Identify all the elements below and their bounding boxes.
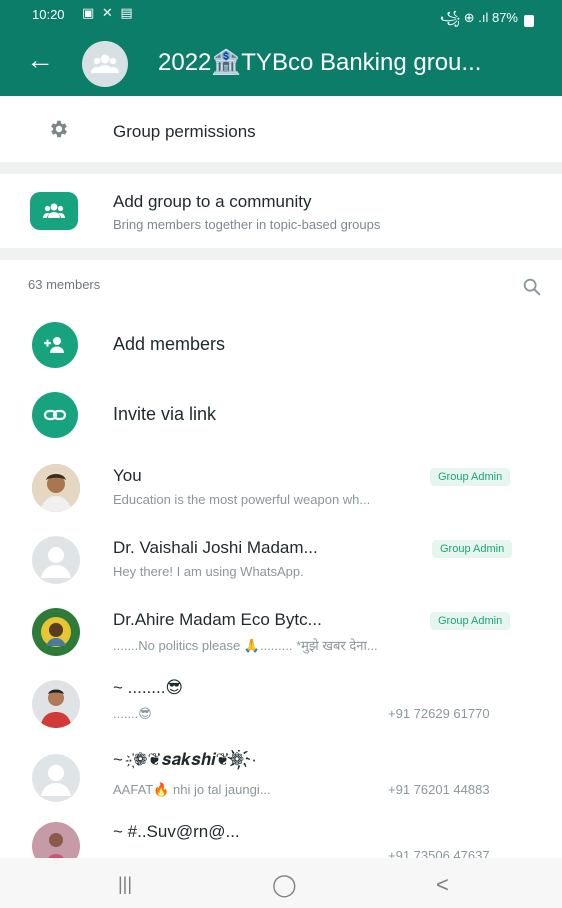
group-permissions-label: Group permissions <box>113 122 256 141</box>
admin-badge: Group Admin <box>430 612 511 630</box>
admin-badge: Group Admin <box>430 468 511 486</box>
list-item[interactable]: You Group Admin Education is the most po… <box>0 456 562 526</box>
member-name: Dr.Ahire Madam Eco Bytc... <box>113 610 322 629</box>
group-people-icon <box>91 54 119 73</box>
avatar <box>32 754 80 802</box>
avatar <box>32 822 80 858</box>
member-phone: +91 72629 61770 <box>388 706 490 721</box>
system-nav-bar: ||| ◯ < <box>0 858 562 908</box>
add-member-icon-circle <box>32 322 78 368</box>
member-name: ~ ........😎 <box>113 678 184 697</box>
group-avatar[interactable] <box>82 41 128 87</box>
section-divider <box>0 248 562 260</box>
invite-link-row[interactable]: Invite via link <box>0 386 562 446</box>
group-title[interactable]: 2022🏦TYBco Banking grou... <box>158 48 554 77</box>
search-icon[interactable] <box>521 276 543 298</box>
back-button[interactable]: < <box>436 872 449 898</box>
community-icon <box>43 203 65 218</box>
members-count: 63 members <box>28 277 101 292</box>
member-status: Education is the most powerful weapon wh… <box>113 492 371 507</box>
list-item[interactable]: Dr. Vaishali Joshi Madam... Group Admin … <box>0 528 562 598</box>
avatar <box>32 536 80 584</box>
member-name: ~ ·҉❁❦𝒔𝒂𝒌𝒔𝒉𝒊❦❁҉· <box>113 750 257 769</box>
member-status: .......😎 <box>113 706 152 721</box>
status-bar: 10:20 ▣ ✕ ▤ ꧁ ⊕ .ıl 87% <box>0 0 562 30</box>
notification-icons: ▣ ✕ ▤ <box>82 5 135 20</box>
list-item[interactable]: Dr.Ahire Madam Eco Bytc... Group Admin .… <box>0 600 562 670</box>
community-subtitle: Bring members together in topic-based gr… <box>113 217 381 232</box>
member-status: Hey there! I am using WhatsApp. <box>113 564 304 579</box>
top-app-bar: 10:20 ▣ ✕ ▤ ꧁ ⊕ .ıl 87% ← 2022🏦TYBco Ban… <box>0 0 562 96</box>
member-status: .......No politics please 🙏......... *मु… <box>113 638 378 653</box>
invite-label: Invite via link <box>113 404 217 424</box>
list-item[interactable]: ~ #..Suv@rn@... +91 73506 47637 <box>0 814 562 858</box>
list-item[interactable]: ~ ........😎 .......😎 +91 72629 61770 <box>0 672 562 742</box>
member-phone: +91 73506 47637 <box>388 848 490 858</box>
add-person-icon <box>44 337 64 353</box>
gear-icon <box>51 120 67 138</box>
avatar <box>32 608 80 656</box>
home-button[interactable]: ◯ <box>272 872 297 898</box>
link-icon-circle <box>32 392 78 438</box>
community-title: Add group to a community <box>113 192 312 211</box>
back-arrow-icon[interactable]: ← <box>26 46 54 74</box>
section-divider <box>0 162 562 174</box>
member-status: AAFAT🔥 nhi jo tal jaungi... <box>113 782 271 797</box>
list-item[interactable]: ~ ·҉❁❦𝒔𝒂𝒌𝒔𝒉𝒊❦❁҉· AAFAT🔥 nhi jo tal jaung… <box>0 744 562 814</box>
avatar <box>32 464 80 512</box>
status-time: 10:20 <box>32 7 65 22</box>
signal-battery-text: ꧁ ⊕ .ıl 87% <box>439 10 518 25</box>
chat-header: ← 2022🏦TYBco Banking grou... <box>0 34 562 92</box>
member-name: ~ #..Suv@rn@... <box>113 822 240 841</box>
avatar <box>32 680 80 728</box>
default-person-icon <box>41 547 71 578</box>
add-members-row[interactable]: Add members <box>0 316 562 376</box>
status-right: ꧁ ⊕ .ıl 87% <box>440 7 534 34</box>
battery-icon <box>524 14 534 27</box>
member-phone: +91 76201 44883 <box>388 782 490 797</box>
admin-badge: Group Admin <box>432 540 513 558</box>
default-person-icon <box>41 765 71 796</box>
community-icon-tile <box>30 192 78 230</box>
link-icon <box>43 409 67 421</box>
member-name: You <box>113 466 142 485</box>
member-name: Dr. Vaishali Joshi Madam... <box>113 538 318 557</box>
group-permissions-row[interactable]: Group permissions <box>0 96 562 162</box>
add-members-label: Add members <box>113 334 226 354</box>
recent-apps-button[interactable]: ||| <box>118 874 132 895</box>
add-to-community-row[interactable]: Add group to a community Bring members t… <box>0 174 562 248</box>
